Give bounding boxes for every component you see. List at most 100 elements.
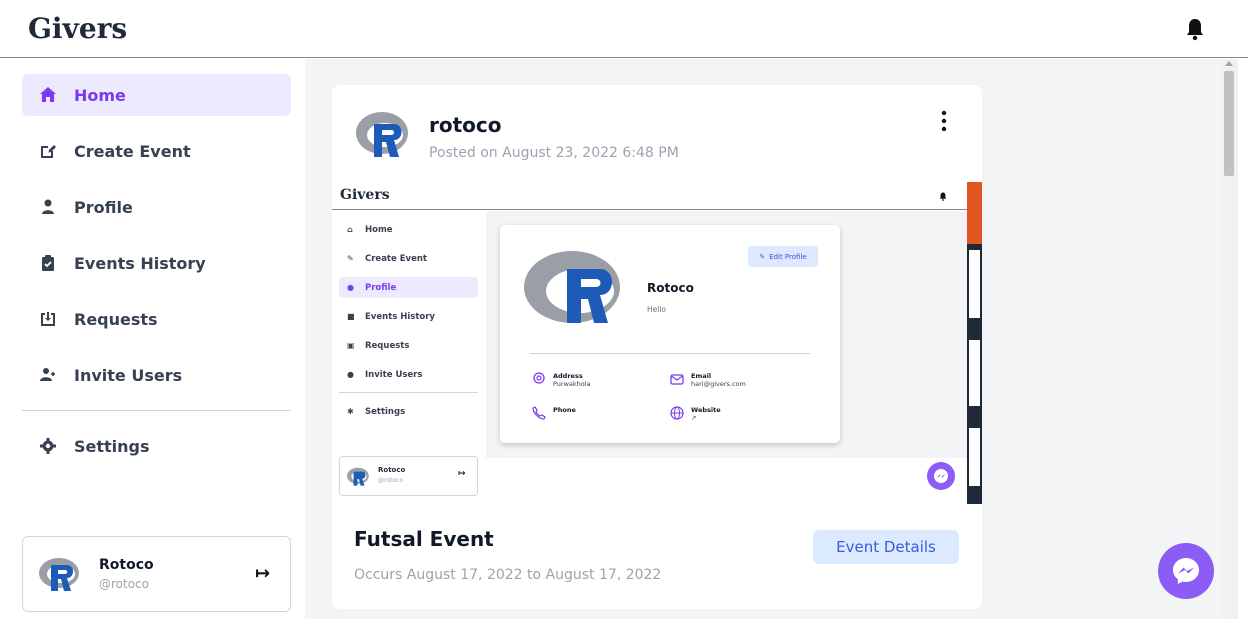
pencil-icon: ✎: [759, 252, 766, 261]
post-avatar[interactable]: [354, 107, 416, 169]
embedded-user-handle: @rotoco: [378, 477, 403, 484]
embedded-top-bar: Givers: [332, 182, 967, 210]
event-dates: Occurs August 17, 2022 to August 17, 202…: [354, 567, 662, 583]
event-details-button[interactable]: Event Details: [813, 530, 959, 564]
bell-icon: [939, 192, 947, 201]
embedded-item-requests: ▣ Requests: [339, 335, 478, 356]
external-link-icon: ↗: [691, 414, 697, 422]
edit-icon: [38, 141, 58, 161]
embedded-item-label: Settings: [365, 406, 406, 417]
more-options-icon[interactable]: [938, 109, 950, 133]
user-card[interactable]: Rotoco @rotoco ↦: [22, 536, 291, 612]
post-image[interactable]: Givers ⌂ Home ✎ Create Event ● Profile ■ Eve…: [332, 182, 982, 504]
brand-logo[interactable]: Givers: [28, 12, 127, 45]
sidebar-item-label: Requests: [74, 309, 158, 329]
sidebar-divider: [22, 410, 291, 411]
scroll-thumb[interactable]: [1224, 71, 1234, 176]
bell-icon[interactable]: [1185, 17, 1205, 41]
embedded-item-label: Requests: [365, 340, 410, 351]
globe-icon: [670, 406, 684, 420]
top-bar: Givers: [0, 0, 1248, 58]
sidebar-item-label: Home: [74, 85, 126, 105]
embedded-item-label: Invite Users: [365, 369, 423, 380]
address-label: Address: [553, 372, 583, 380]
sidebar-item-create-event[interactable]: Create Event: [22, 130, 291, 172]
sidebar-item-label: Create Event: [74, 141, 191, 161]
sidebar-item-invite-users[interactable]: Invite Users: [22, 354, 291, 396]
phone-field: Phone: [532, 406, 576, 420]
sidebar-item-label: Events History: [74, 253, 206, 273]
embedded-divider: [339, 392, 478, 393]
email-label: Email: [691, 372, 712, 380]
embedded-right-strip: [967, 182, 982, 504]
scrollbar[interactable]: [1222, 59, 1238, 619]
inbox-download-icon: [38, 309, 58, 329]
embedded-item-label: Home: [365, 224, 393, 235]
messenger-icon: [927, 462, 955, 490]
sidebar-item-profile[interactable]: Profile: [22, 186, 291, 228]
gear-icon: ✱: [347, 407, 354, 416]
embedded-user-name: Rotoco: [378, 466, 406, 474]
strip-orange: [967, 182, 982, 244]
embedded-user-card: Rotoco @rotoco ↦: [339, 456, 478, 496]
post-card: rotoco Posted on August 23, 2022 6:48 PM…: [332, 85, 982, 609]
sidebar-item-label: Settings: [74, 436, 150, 456]
sidebar-item-label: Invite Users: [74, 365, 183, 385]
location-pin-icon: [533, 372, 545, 384]
website-label: Website: [691, 406, 721, 414]
sidebar-item-label: Profile: [74, 197, 133, 217]
clipboard-check-icon: ■: [347, 312, 355, 321]
email-value: hari@givers.com: [691, 380, 746, 388]
user-name: Rotoco: [99, 557, 154, 573]
address-field: Address Purwakhola: [532, 372, 591, 388]
inbox-download-icon: ▣: [347, 341, 355, 350]
logout-icon: ↦: [458, 469, 466, 479]
embedded-item-settings: ✱ Settings: [339, 401, 478, 422]
embedded-item-label: Profile: [365, 282, 397, 293]
embedded-item-events-history: ■ Events History: [339, 306, 478, 327]
messenger-icon: [1173, 558, 1199, 584]
sidebar-item-events-history[interactable]: Events History: [22, 242, 291, 284]
strip-panel: [969, 428, 980, 486]
clipboard-check-icon: [38, 253, 58, 273]
user-icon: [38, 197, 58, 217]
messenger-button[interactable]: [1158, 543, 1214, 599]
logout-icon[interactable]: ↦: [255, 563, 270, 584]
edit-profile-label: Edit Profile: [769, 252, 807, 261]
sidebar-item-home[interactable]: Home: [22, 74, 291, 116]
sidebar-item-requests[interactable]: Requests: [22, 298, 291, 340]
avatar: [347, 467, 369, 486]
embedded-item-home: ⌂ Home: [339, 219, 478, 240]
sidebar-item-settings[interactable]: Settings: [22, 425, 291, 467]
post-author[interactable]: rotoco: [429, 113, 502, 137]
website-field: Website ↗: [670, 406, 721, 422]
embedded-item-profile: ● Profile: [339, 277, 478, 298]
phone-label: Phone: [553, 406, 576, 414]
embedded-profile-card: ✎ Edit Profile Rotoco Hello Address Purwak…: [500, 225, 840, 443]
address-value: Purwakhola: [553, 380, 591, 388]
edit-icon: ✎: [347, 254, 354, 263]
embedded-main: ✎ Edit Profile Rotoco Hello Address Purwak…: [486, 211, 967, 458]
user-plus-icon: [38, 365, 58, 385]
embedded-item-label: Events History: [365, 311, 435, 322]
embedded-item-label: Create Event: [365, 253, 427, 264]
profile-divider: [530, 353, 810, 354]
avatar[interactable]: [37, 551, 85, 599]
embedded-item-invite-users: ● Invite Users: [339, 364, 478, 385]
profile-avatar: [524, 251, 620, 323]
profile-name: Rotoco: [647, 281, 694, 295]
phone-icon: [532, 406, 546, 420]
sidebar: Home Create Event Profile Events History…: [0, 59, 305, 619]
scroll-up-icon[interactable]: [1225, 61, 1233, 66]
embedded-sidebar: ⌂ Home ✎ Create Event ● Profile ■ Events His…: [332, 211, 486, 504]
home-icon: ⌂: [347, 225, 353, 234]
strip-panel: [969, 250, 980, 318]
strip-panel: [969, 340, 980, 406]
user-handle: @rotoco: [99, 577, 149, 591]
user-icon: ●: [347, 283, 354, 292]
home-icon: [38, 85, 58, 105]
post-timestamp: Posted on August 23, 2022 6:48 PM: [429, 145, 679, 161]
user-plus-icon: ●: [347, 370, 354, 379]
main-content: rotoco Posted on August 23, 2022 6:48 PM…: [305, 59, 1222, 619]
mail-icon: [670, 374, 684, 385]
